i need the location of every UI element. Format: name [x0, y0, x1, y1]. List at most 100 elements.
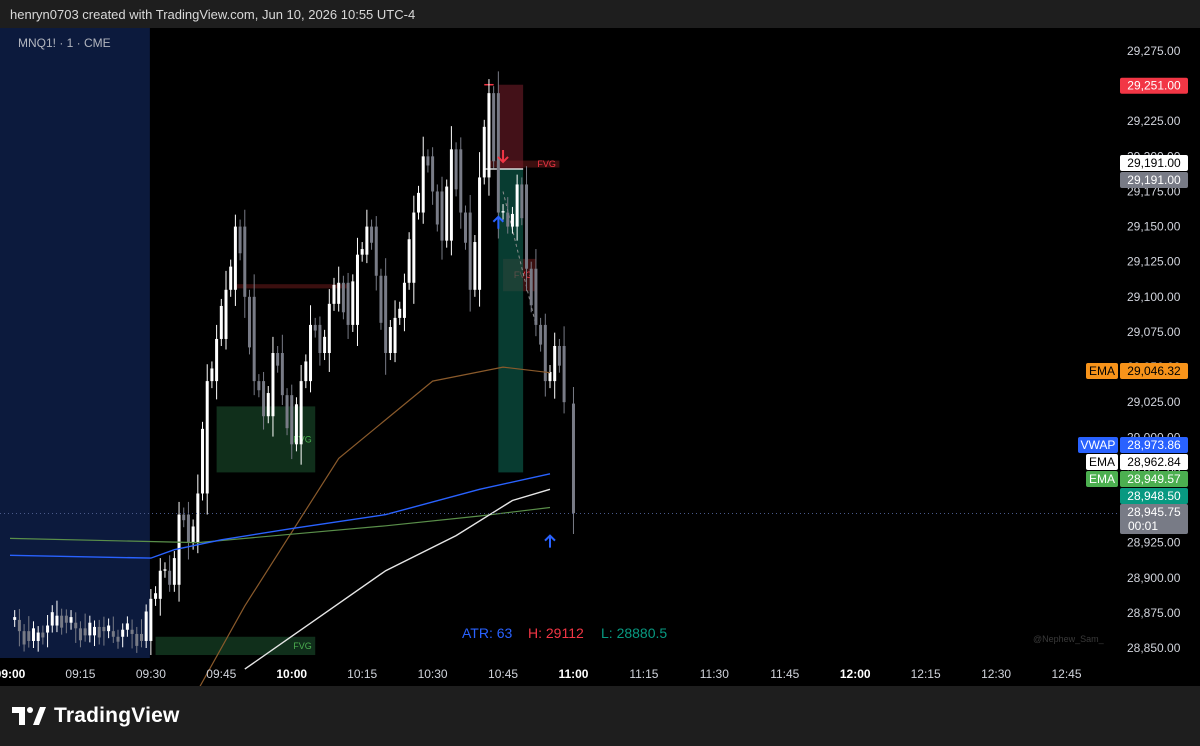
candle-body	[121, 629, 125, 637]
candle-body	[22, 631, 26, 645]
candle-body	[562, 345, 566, 403]
candle-body	[271, 353, 275, 417]
x-tick-label: 11:30	[700, 667, 729, 681]
snapshot-caption: henryn0703 created with TradingView.com,…	[10, 7, 416, 22]
candle-body	[454, 149, 458, 190]
symbol-label[interactable]: MNQ1! · 1 · CME	[18, 36, 111, 50]
indicator-value: 28,962.84	[1127, 455, 1181, 469]
candle-body	[449, 149, 453, 241]
candle-body	[238, 226, 242, 254]
y-tick-label: 29,100.00	[1127, 290, 1181, 304]
candle-body	[102, 626, 106, 632]
indicator-value: 29,046.32	[1127, 364, 1181, 378]
candle-body	[93, 626, 97, 636]
indicator-value: 28,949.57	[1127, 472, 1181, 486]
candle-body	[398, 308, 402, 318]
x-tick-label: 10:00	[276, 667, 307, 681]
x-tick-label: 09:15	[65, 667, 95, 681]
candle-body	[459, 149, 463, 213]
tradingview-logo[interactable]: TradingView	[12, 704, 180, 728]
candle-body	[224, 289, 228, 339]
candle-body	[407, 239, 411, 283]
candle-body	[440, 191, 444, 241]
indicator-tag: 28,949.57 EMA	[1086, 471, 1188, 487]
x-tick-label: 11:00	[558, 667, 588, 681]
candle-body	[177, 514, 181, 585]
candle-body	[445, 186, 449, 241]
candle-body	[172, 558, 176, 585]
candle-body	[135, 633, 139, 646]
tradingview-logo-icon	[12, 707, 46, 725]
candle-body	[501, 211, 505, 213]
x-tick-label: 12:00	[840, 667, 871, 681]
position-reward-zone	[498, 168, 524, 473]
candle-body	[210, 368, 214, 382]
candle-body	[492, 93, 496, 162]
candle-body	[548, 371, 552, 382]
indicator-name: EMA	[1089, 364, 1115, 378]
candle-body	[360, 249, 364, 255]
last-price-tag-text: 28,948.50	[1127, 489, 1181, 503]
candle-body	[233, 226, 237, 290]
candle-body	[215, 338, 219, 382]
candle-body	[402, 282, 406, 318]
candle-body	[219, 305, 223, 339]
brand-name: TradingView	[54, 704, 180, 727]
candle-body	[196, 493, 200, 543]
candle-body	[201, 428, 205, 494]
candle-body	[266, 393, 270, 417]
top-bar: henryn0703 created with TradingView.com,…	[0, 0, 1200, 28]
candle-body	[539, 324, 543, 345]
current-price-tag: 28,945.7500:01	[1120, 504, 1188, 534]
candle-body	[252, 296, 256, 382]
candle-body	[299, 381, 303, 445]
stat-label: L: 28880.5	[601, 625, 667, 641]
x-tick-label: 12:15	[911, 667, 941, 681]
candle-body	[111, 631, 115, 637]
candle-body	[64, 615, 68, 623]
candle-body	[144, 611, 148, 641]
candle-body	[431, 156, 435, 192]
x-tick-label: 09:45	[206, 667, 236, 681]
candle-body	[285, 395, 289, 429]
x-tick-label: 10:15	[347, 667, 377, 681]
candle-body	[388, 327, 392, 354]
footer: TradingView	[0, 686, 1200, 746]
high-price-tag: 29,251.00	[1120, 77, 1188, 94]
high-price-tag-text: 29,251.00	[1127, 79, 1181, 93]
candle-body	[158, 570, 162, 599]
candle-body	[229, 266, 233, 290]
candle-body	[529, 268, 533, 306]
entry-price-tag-text: 29,191.00	[1127, 156, 1181, 170]
chart-area[interactable]: FVGFVGFVGFVGATR: 63H: 29112L: 28880.5@Ne…	[0, 28, 1200, 686]
x-tick-label: 11:15	[629, 667, 658, 681]
candle-body	[13, 617, 17, 620]
y-tick-label: 28,850.00	[1127, 641, 1181, 655]
candle-body	[130, 629, 134, 634]
candle-body	[257, 381, 261, 391]
candle-body	[294, 404, 298, 445]
y-tick-label: 28,925.00	[1127, 536, 1181, 550]
fvg-zone	[235, 284, 349, 289]
candle-body	[17, 619, 21, 632]
candle-body	[83, 628, 87, 636]
current-price-tag-text: 28,945.75	[1127, 505, 1181, 519]
candle-body	[534, 268, 538, 325]
candle-body	[557, 345, 561, 366]
candle-body	[393, 317, 397, 354]
entry-price-tag: 29,191.00	[1120, 154, 1188, 171]
candlestick-chart[interactable]: FVGFVGFVGFVGATR: 63H: 29112L: 28880.5@Ne…	[0, 28, 1200, 686]
candle-body	[205, 381, 209, 494]
last-price-tag: 28,948.50	[1120, 488, 1188, 504]
indicator-name: EMA	[1089, 455, 1115, 469]
indicator-tag: 29,046.32 EMA	[1086, 363, 1188, 379]
stat-label: H: 29112	[528, 625, 584, 641]
x-tick-label: 11:45	[770, 667, 799, 681]
x-tick-label: 12:45	[1052, 667, 1082, 681]
candle-body	[163, 569, 167, 571]
candle-body	[107, 625, 111, 632]
candle-body	[341, 282, 345, 313]
premarket-session-bg	[0, 28, 150, 658]
entry-price-tag-2: 29,191.00	[1120, 171, 1188, 188]
candle-body	[276, 353, 280, 366]
